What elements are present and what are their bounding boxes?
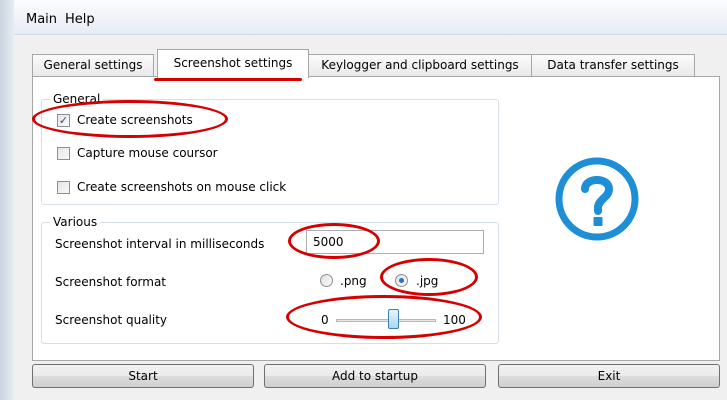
exit-button[interactable]: Exit: [498, 364, 720, 388]
tab-data-transfer-settings[interactable]: Data transfer settings: [531, 54, 695, 77]
screenshots-on-click-checkbox[interactable]: [57, 181, 70, 194]
add-to-startup-button[interactable]: Add to startup: [264, 364, 486, 388]
menu-help[interactable]: Help: [65, 12, 95, 27]
capture-mouse-label: Capture mouse coursor: [77, 146, 218, 160]
quality-slider-thumb[interactable]: [388, 309, 399, 329]
general-group-title: General: [50, 92, 104, 106]
background-window-edge: [0, 0, 14, 400]
screenshots-on-click-label: Create screenshots on mouse click: [77, 180, 287, 194]
help-question-circle-icon: [555, 157, 639, 241]
app-window: Main Help General settings Screenshot se…: [14, 0, 727, 400]
menu-bar: Main Help: [14, 0, 727, 35]
quality-label: Screenshot quality: [55, 313, 168, 327]
tab-screenshot-settings[interactable]: Screenshot settings: [157, 49, 309, 78]
quality-slider-track[interactable]: [336, 319, 436, 322]
menu-main[interactable]: Main: [26, 12, 57, 27]
create-screenshots-label: Create screenshots: [77, 113, 193, 127]
format-jpg-label: .jpg: [416, 274, 439, 288]
quality-max-label: 100: [443, 313, 466, 327]
format-jpg-radio[interactable]: [395, 274, 408, 287]
format-png-radio[interactable]: [320, 274, 333, 287]
quality-min-label: 0: [321, 313, 329, 327]
format-label: Screenshot format: [55, 275, 167, 289]
capture-mouse-checkbox[interactable]: [57, 147, 70, 160]
start-button[interactable]: Start: [32, 364, 254, 388]
tab-general-settings[interactable]: General settings: [32, 54, 154, 77]
create-screenshots-checkbox[interactable]: ✓: [57, 114, 70, 127]
interval-input[interactable]: 5000: [306, 230, 484, 254]
annotation-underline: [154, 78, 302, 81]
various-group-title: Various: [50, 215, 101, 229]
tab-keylogger-clipboard-settings[interactable]: Keylogger and clipboard settings: [307, 54, 533, 77]
screenshot-settings-panel: General ✓ Create screenshots Capture mou…: [32, 76, 720, 361]
interval-label: Screenshot interval in milliseconds: [55, 237, 265, 251]
format-png-label: .png: [340, 274, 367, 288]
